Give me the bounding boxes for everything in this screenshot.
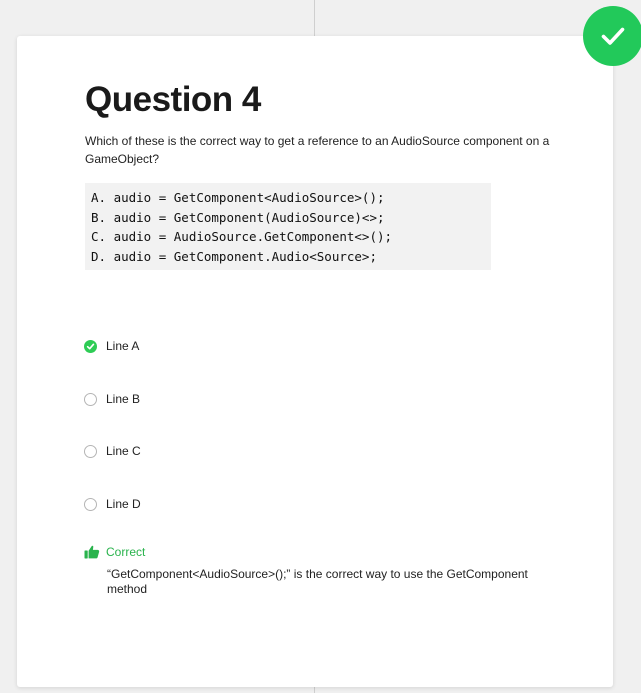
- question-title: Question 4: [85, 80, 261, 119]
- option-label: Line D: [106, 497, 141, 511]
- code-line-b: B. audio = GetComponent(AudioSource)<>;: [91, 209, 385, 225]
- option-label: Line B: [106, 392, 141, 406]
- radio-unchecked-icon[interactable]: [84, 392, 97, 406]
- thumbs-up-icon: [84, 545, 100, 559]
- feedback-title: Correct: [106, 545, 146, 559]
- option-line-a[interactable]: Line A: [84, 339, 139, 353]
- checkmark-icon: [86, 343, 95, 349]
- code-line-a: A. audio = GetComponent<AudioSource>();: [91, 190, 385, 205]
- radio-unchecked-icon[interactable]: [84, 497, 97, 511]
- feedback-explanation: “GetComponent<AudioSource>();” is the co…: [107, 567, 528, 596]
- code-line-c: C. audio = AudioSource.GetComponent<>();: [91, 229, 393, 244]
- code-line-d: D. audio = GetComponent.Audio<Source>;: [91, 248, 377, 264]
- question-card: Question 4 Which of these is the correct…: [17, 36, 613, 687]
- option-line-c[interactable]: Line C: [84, 444, 141, 458]
- correct-badge: [583, 6, 641, 66]
- feedback-header: Correct: [84, 545, 145, 559]
- radio-unchecked-icon[interactable]: [84, 444, 97, 458]
- checkmark-icon: [601, 27, 625, 45]
- radio-checked-icon[interactable]: [84, 339, 97, 353]
- question-prompt: Which of these is the correct way to get…: [85, 134, 550, 166]
- code-block: A. audio = GetComponent<AudioSource>(); B…: [85, 183, 491, 270]
- option-line-b[interactable]: Line B: [84, 392, 140, 406]
- option-label: Line A: [106, 339, 140, 353]
- option-line-d[interactable]: Line D: [84, 497, 141, 511]
- option-label: Line C: [106, 444, 141, 458]
